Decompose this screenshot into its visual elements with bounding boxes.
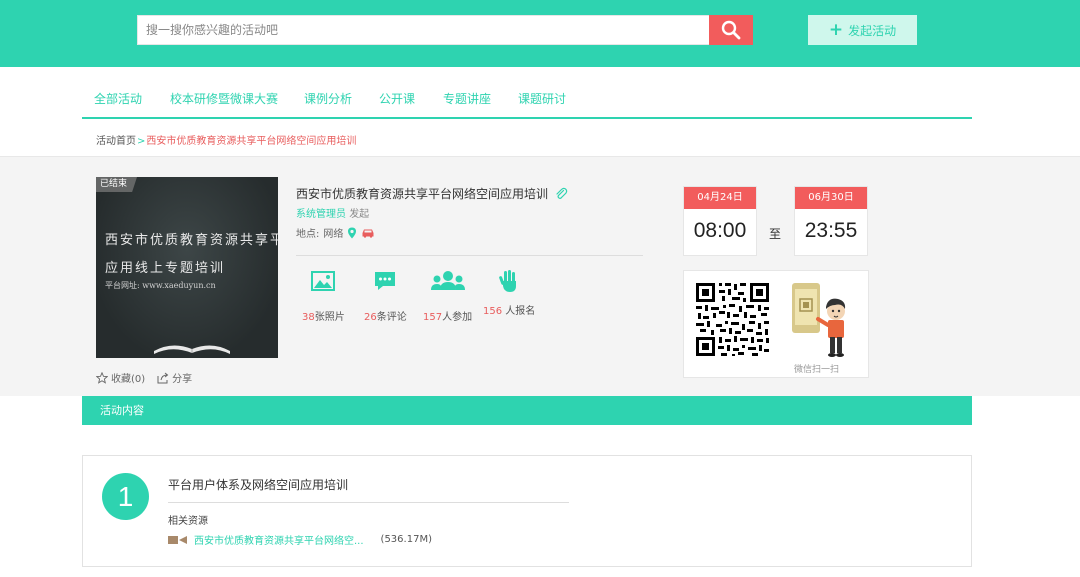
- tab-school-training[interactable]: 校本研修暨微课大赛: [170, 90, 278, 107]
- search-icon: [721, 20, 741, 40]
- tab-all-activities[interactable]: 全部活动: [94, 90, 142, 107]
- content-item-title[interactable]: 平台用户体系及网络空间应用培训: [168, 476, 348, 493]
- registration-count: 156: [483, 306, 503, 317]
- breadcrumb-home[interactable]: 活动首页: [96, 136, 136, 147]
- breadcrumb: 活动首页>西安市优质教育资源共享平台网络空间应用培训: [96, 132, 356, 147]
- start-date: 04月24日: [684, 187, 756, 209]
- poster-title-line2: 应用线上专题培训: [105, 261, 226, 276]
- activity-poster: 已结束 西安市优质教育资源共享平 应用线上专题培训 平台网址: www.xaed…: [96, 177, 278, 358]
- share-icon: [157, 372, 169, 383]
- plus-icon: +: [828, 19, 844, 40]
- launch-activity-label: 发起活动: [848, 23, 897, 38]
- resource-link[interactable]: 西安市优质教育资源共享平台网络空...: [194, 532, 364, 547]
- share-label: 分享: [172, 374, 193, 385]
- section-title: 活动内容: [100, 404, 144, 417]
- resource-size: (536.17M): [380, 534, 432, 545]
- photo-icon: [310, 268, 336, 294]
- top-bar: + 发起活动: [0, 0, 1080, 67]
- category-nav: 全部活动 校本研修暨微课大赛 课例分析 公开课 专题讲座 课题研讨: [82, 82, 972, 119]
- initiator-verb: 发起: [349, 209, 370, 220]
- phone-scan-illustration: [792, 283, 846, 357]
- start-time: 08:00: [693, 219, 747, 242]
- breadcrumb-current: 西安市优质教育资源共享平台网络空间应用培训: [146, 136, 357, 147]
- comment-count: 26: [364, 312, 377, 323]
- location-label: 地点:: [296, 229, 320, 240]
- end-date: 06月30日: [795, 187, 867, 209]
- stat-comments[interactable]: 26条评论: [364, 268, 407, 323]
- search-box: [137, 15, 710, 45]
- participant-label: 人参加: [442, 312, 473, 323]
- map-pin-icon: [348, 227, 357, 238]
- comment-label: 条评论: [376, 312, 407, 323]
- step-number: 1: [102, 473, 149, 520]
- tab-open-class[interactable]: 公开课: [379, 90, 415, 107]
- wechat-qr-panel: 微信扫一扫: [683, 270, 869, 378]
- tab-lesson-analysis[interactable]: 课例分析: [304, 90, 352, 107]
- section-header: 活动内容: [82, 396, 972, 425]
- resource-row: 西安市优质教育资源共享平台网络空... (536.17M): [168, 532, 432, 547]
- location-value: 网络: [323, 229, 344, 240]
- car-icon: [362, 229, 374, 238]
- status-badge: 已结束: [96, 177, 138, 192]
- hand-icon: [496, 268, 522, 294]
- share-button[interactable]: 分享: [157, 370, 192, 385]
- initiator-line: 系统管理员 发起: [296, 205, 369, 220]
- stat-participants[interactable]: 157人参加: [423, 268, 472, 323]
- tab-lecture[interactable]: 专题讲座: [443, 90, 491, 107]
- date-separator: 至: [769, 227, 782, 241]
- activity-title: 西安市优质教育资源共享平台网络空间应用培训: [296, 185, 568, 202]
- initiator-name[interactable]: 系统管理员: [296, 209, 346, 220]
- people-icon: [430, 268, 465, 294]
- info-divider: [296, 255, 643, 256]
- video-icon: [168, 535, 187, 544]
- breadcrumb-separator: >: [137, 136, 146, 147]
- stat-registrations[interactable]: 156 人报名: [483, 268, 535, 317]
- favorite-share-row: 收藏(0) 分享: [96, 370, 192, 385]
- launch-activity-button[interactable]: + 发起活动: [808, 15, 917, 45]
- book-icon: [154, 345, 230, 354]
- resources-label: 相关资源: [168, 516, 208, 527]
- end-date-card: 06月30日 23:55: [794, 186, 868, 256]
- favorite-label: 收藏(0): [111, 374, 146, 385]
- wechat-scan-label: 微信扫一扫: [794, 365, 840, 375]
- registration-label: 人报名: [502, 306, 536, 317]
- paperclip-icon[interactable]: [554, 187, 568, 201]
- participant-count: 157: [423, 312, 443, 323]
- photo-count: 38: [302, 312, 315, 323]
- location-line: 地点: 网络: [296, 225, 375, 240]
- star-icon: [96, 371, 108, 384]
- content-item-divider: [168, 502, 569, 503]
- tab-research[interactable]: 课题研讨: [518, 90, 566, 107]
- qr-code: [694, 281, 771, 358]
- favorite-button[interactable]: 收藏(0): [96, 370, 145, 385]
- poster-url: 平台网址: www.xaeduyun.cn: [105, 281, 216, 290]
- search-button[interactable]: [709, 15, 753, 45]
- search-input[interactable]: [138, 16, 709, 44]
- content-item: 1 平台用户体系及网络空间应用培训 相关资源 西安市优质教育资源共享平台网络空.…: [82, 455, 972, 567]
- stat-photos[interactable]: 38张照片: [302, 268, 345, 323]
- photo-label: 张照片: [314, 312, 345, 323]
- start-date-card: 04月24日 08:00: [683, 186, 757, 256]
- comment-icon: [372, 268, 398, 294]
- activity-title-text: 西安市优质教育资源共享平台网络空间应用培训: [296, 187, 549, 201]
- poster-title-line1: 西安市优质教育资源共享平: [105, 233, 278, 248]
- end-time: 23:55: [804, 219, 858, 242]
